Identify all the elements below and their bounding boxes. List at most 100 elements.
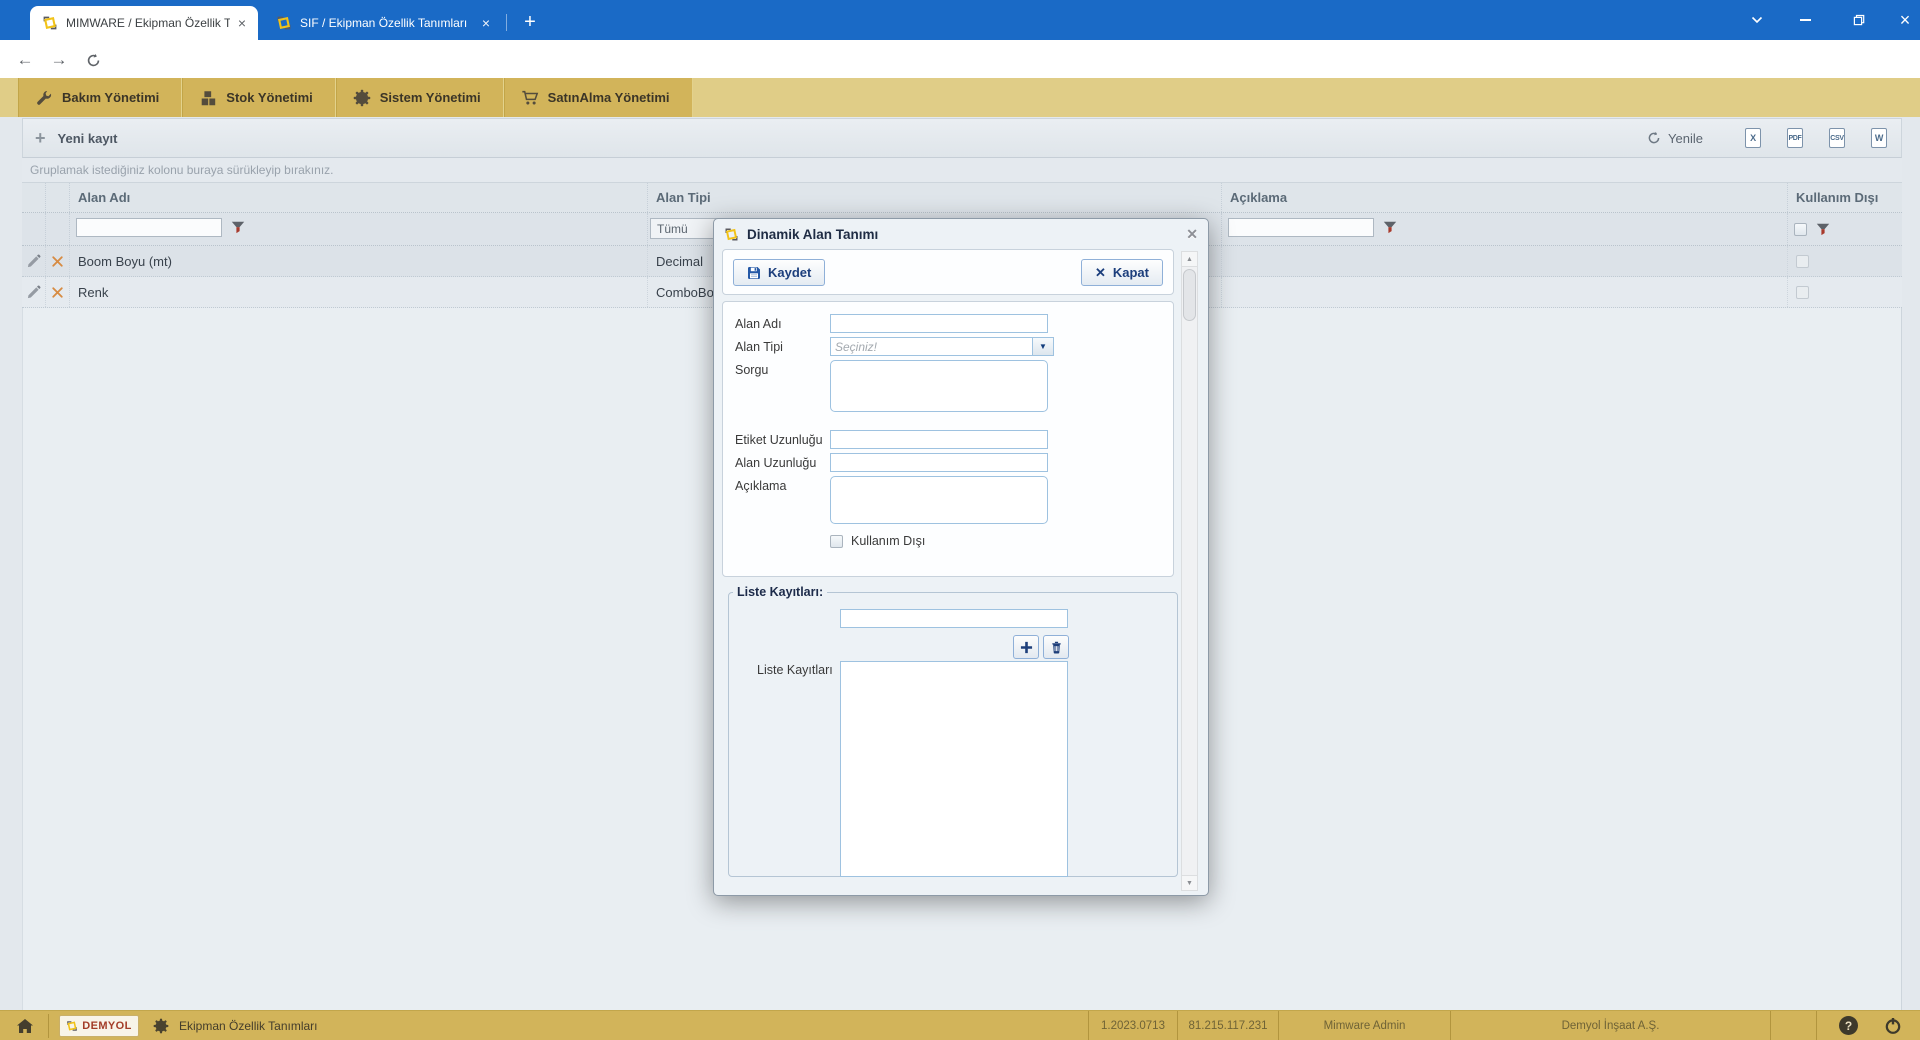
x-icon: ✕ [1095,265,1106,281]
liste-kayit-input[interactable] [840,609,1068,628]
liste-kayitlari-listbox[interactable] [840,661,1068,877]
filter-funnel-icon[interactable] [231,221,245,234]
sorgu-textarea[interactable] [830,360,1048,412]
floppy-icon [747,266,761,280]
etiket-uzunlugu-input[interactable] [830,430,1048,449]
menu-stok-yonetimi[interactable]: Stok Yönetimi [182,78,335,117]
cell-alan-adi: Renk [70,277,648,307]
liste-kayitlari-fieldset: Liste Kayıtları: Liste Kayıtları [728,585,1178,877]
delete-x-icon[interactable] [46,277,70,307]
aciklama-textarea[interactable] [830,476,1048,524]
filter-alan-adi-input[interactable] [76,218,222,237]
grid-toolbar: + Yeni kayıt Yenile X PDF CSV W [22,118,1902,158]
tab-close-icon[interactable]: × [236,16,248,30]
alan-tipi-input[interactable] [831,338,1032,355]
filter-kullanim-disi-checkbox[interactable] [1794,223,1807,236]
close-window-button[interactable]: × [1882,0,1920,40]
demyol-logo-icon [66,1020,78,1032]
restore-button[interactable] [1836,0,1882,40]
menu-sistem-yonetimi[interactable]: Sistem Yönetimi [336,78,504,117]
package-icon [199,89,217,107]
dinamik-alan-tanimi-dialog: Dinamik Alan Tanımı ✕ Kaydet ✕ Kapat Ala… [713,218,1209,896]
scroll-down-icon[interactable]: ▼ [1182,875,1197,890]
filter-funnel-icon[interactable] [1383,221,1397,234]
alan-uzunlugu-input[interactable] [830,453,1048,472]
back-icon[interactable]: ← [12,47,38,73]
scroll-up-icon[interactable]: ▲ [1182,252,1197,267]
filter-funnel-icon[interactable] [1816,223,1830,236]
forward-icon[interactable]: → [46,47,72,73]
plus-icon [1020,641,1033,654]
delete-x-icon[interactable] [46,246,70,276]
company-name: Demyol İnşaat A.Ş. [1450,1011,1770,1040]
reload-icon[interactable] [80,47,106,73]
app-version: 1.2023.0713 [1088,1011,1177,1040]
tab-title: SIF / Ekipman Özellik Tanımları [300,16,474,30]
export-word-icon[interactable]: W [1871,128,1887,148]
dialog-scrollbar[interactable]: ▲ ▼ [1181,251,1198,891]
cart-icon [521,89,539,107]
liste-kayitlari-legend: Liste Kayıtları: [733,585,827,599]
label-alan-adi: Alan Adı [735,314,830,333]
filter-aciklama-input[interactable] [1228,218,1374,237]
cell-alan-adi: Boom Boyu (mt) [70,246,648,276]
column-header-alan-adi[interactable]: Alan Adı [70,183,648,212]
gear-icon [153,1018,169,1034]
export-excel-icon[interactable]: X [1745,128,1761,148]
refresh-icon[interactable] [1647,131,1661,145]
export-pdf-icon[interactable]: PDF [1787,128,1803,148]
dialog-titlebar[interactable]: Dinamik Alan Tanımı ✕ [714,219,1208,249]
edit-pencil-icon[interactable] [22,246,46,276]
status-footer: DEMYOL Ekipman Özellik Tanımları 1.2023.… [0,1010,1920,1040]
gear-icon [353,89,371,107]
home-icon[interactable] [16,1018,34,1034]
label-kullanim-disi: Kullanım Dışı [851,534,925,548]
footer-page-title: Ekipman Özellik Tanımları [179,1019,318,1033]
dialog-close-icon[interactable]: ✕ [1186,226,1198,243]
new-tab-button[interactable]: + [516,8,544,36]
dropdown-arrow-icon[interactable]: ▼ [1032,338,1053,355]
group-panel[interactable]: Gruplamak istediğiniz kolonu buraya sürü… [22,158,1902,183]
label-sorgu: Sorgu [735,360,830,412]
grid-header-row: Alan Adı Alan Tipi Açıklama Kullanım Dış… [22,183,1902,213]
cell-aciklama [1222,277,1788,307]
logged-in-user: Mimware Admin [1278,1011,1450,1040]
edit-pencil-icon[interactable] [22,277,46,307]
mimware-favicon [276,15,292,31]
browser-tab-active[interactable]: MIMWARE / Ekipman Özellik Tanı × [30,6,258,40]
tab-close-icon[interactable]: × [480,16,492,30]
close-button[interactable]: ✕ Kapat [1081,259,1163,286]
trash-icon [1050,641,1063,654]
scrollbar-thumb[interactable] [1183,269,1196,321]
tab-separator [506,14,507,31]
export-csv-icon[interactable]: CSV [1829,128,1845,148]
column-header-aciklama[interactable]: Açıklama [1222,183,1788,212]
menu-bakim-yonetimi[interactable]: Bakım Yönetimi [18,78,182,117]
menu-satinalma-yonetimi[interactable]: SatınAlma Yönetimi [504,78,693,117]
label-alan-uzunlugu: Alan Uzunluğu [735,453,830,472]
label-etiket-uzunlugu: Etiket Uzunluğu [735,430,830,449]
label-alan-tipi: Alan Tipi [735,337,830,356]
alan-adi-input[interactable] [830,314,1048,333]
alan-tipi-combobox[interactable]: ▼ [830,337,1054,356]
refresh-button[interactable]: Yenile [1668,131,1703,146]
new-record-button[interactable]: Yeni kayıt [58,131,118,146]
power-logout-icon[interactable] [1884,1017,1902,1035]
column-header-alan-tipi[interactable]: Alan Tipi [648,183,1222,212]
tab-search-chevron-icon[interactable] [1734,0,1780,40]
kullanim-disi-checkbox[interactable] [830,535,843,548]
tab-title: MIMWARE / Ekipman Özellik Tanı [66,16,230,30]
browser-toolbar: ← → demyol.mimware.net/Modules/SistemYon… [0,40,1920,78]
column-header-kullanim-disi[interactable]: Kullanım Dışı [1788,183,1902,212]
minimize-button[interactable] [1782,0,1828,40]
help-icon[interactable]: ? [1839,1016,1858,1035]
browser-tab-inactive[interactable]: SIF / Ekipman Özellik Tanımları × [264,6,502,40]
mimware-logo-icon [724,227,739,242]
demyol-logo[interactable]: DEMYOL [59,1015,139,1037]
dialog-form-panel: Alan Adı Alan Tipi ▼ Sorgu Etiket Uzunlu… [722,301,1174,577]
delete-list-item-button[interactable] [1043,635,1069,659]
row-kullanim-disi-checkbox [1796,286,1809,299]
save-button[interactable]: Kaydet [733,259,825,286]
add-icon: + [35,128,46,149]
add-list-item-button[interactable] [1013,635,1039,659]
